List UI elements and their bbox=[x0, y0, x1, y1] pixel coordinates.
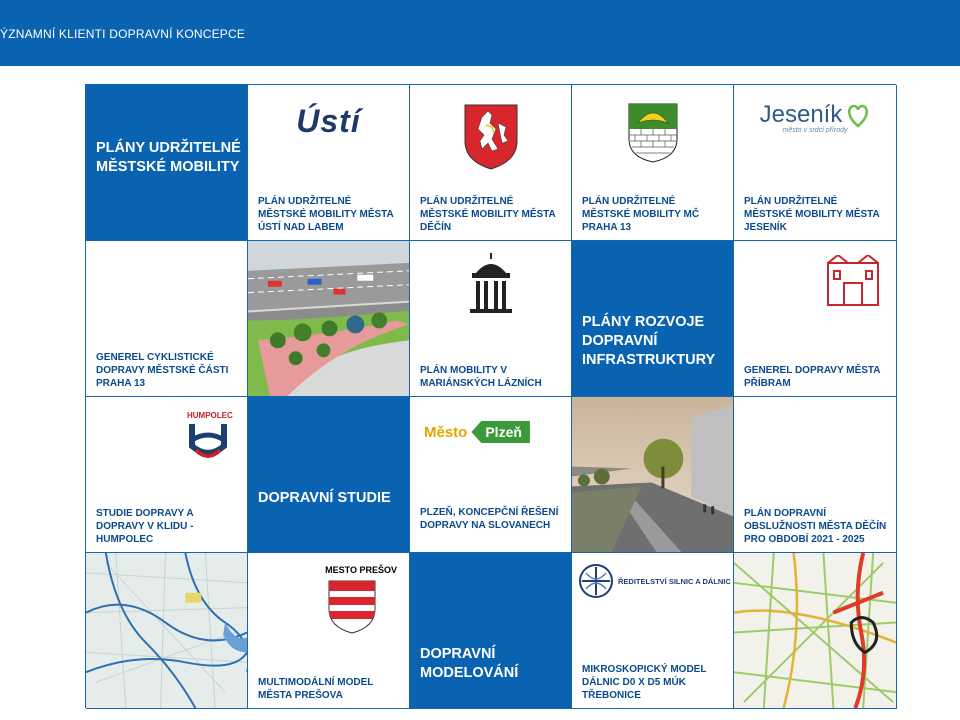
client-tile-presov[interactable]: MESTO PREŠOV MULTIMODÁLNÍ MODEL MĚSTA PR… bbox=[248, 553, 410, 709]
client-caption: GENEREL CYKLISTICKÉ DOPRAVY MĚSTSKÉ ČÁST… bbox=[96, 352, 229, 389]
street-rendering-image bbox=[572, 397, 734, 553]
client-caption: PLÁN UDRŽITELNÉ MĚSTSKÉ MOBILITY MĚSTA Ú… bbox=[258, 196, 394, 233]
client-tile-humpolec[interactable]: HUMPOLEC STUDIE DOPRAVY A DOPRAVY V KLID… bbox=[86, 397, 248, 553]
traffic-map-image bbox=[734, 553, 897, 709]
city-map-icon bbox=[86, 553, 247, 708]
client-tile-usti[interactable]: Ústí PLÁN UDRŽITELNÉ MĚSTSKÉ MOBILITY MĚ… bbox=[248, 85, 410, 241]
category-tile-infrastruktura[interactable]: PLÁNY ROZVOJE DOPRAVNÍ INFRASTRUKTURY bbox=[572, 241, 734, 397]
client-tile-jesenik[interactable]: Jeseník město v srdci přírody PLÁN UDRŽI… bbox=[734, 85, 897, 241]
praha13-coat-of-arms-icon bbox=[628, 103, 678, 163]
client-caption: GENEREL DOPRAVY MĚSTA PŘÍBRAM bbox=[744, 365, 881, 389]
client-caption: PLÁN DOPRAVNÍ OBSLUŽNOSTI MĚSTA DĚČÍN PR… bbox=[744, 508, 887, 545]
client-tile-marianske-lazne[interactable]: PLÁN MOBILITY V MARIÁNSKÝCH LÁZNÍCH bbox=[410, 241, 572, 397]
client-caption: PLÁN UDRŽITELNÉ MĚSTSKÉ MOBILITY MĚSTA J… bbox=[744, 196, 880, 233]
client-caption: PLÁN MOBILITY V MARIÁNSKÝCH LÁZNÍCH bbox=[420, 365, 542, 389]
category-tile-studie[interactable]: DOPRAVNÍ STUDIE bbox=[248, 397, 410, 553]
humpolec-logo: HUMPOLEC bbox=[187, 411, 233, 467]
decin-coat-of-arms-icon bbox=[464, 104, 518, 170]
street-visualization-icon bbox=[248, 241, 409, 396]
colonnade-icon bbox=[470, 253, 512, 313]
category-tile-sump[interactable]: PLÁNY UDRŽITELNÉ MĚSTSKÉ MOBILITY bbox=[86, 85, 248, 241]
client-caption: MIKROSKOPICKÝ MODEL DÁLNIC D0 X D5 MÚK T… bbox=[582, 664, 707, 701]
humpolec-logo-icon bbox=[189, 424, 227, 458]
category-title: PLÁNY ROZVOJE DOPRAVNÍ INFRASTRUKTURY bbox=[582, 314, 716, 368]
street-visualization-image bbox=[248, 241, 410, 397]
jesenik-logo: Jeseník město v srdci přírody bbox=[734, 101, 896, 134]
category-title: DOPRAVNÍ STUDIE bbox=[258, 490, 391, 506]
client-grid: PLÁNY UDRŽITELNÉ MĚSTSKÉ MOBILITY Ústí P… bbox=[85, 84, 897, 709]
client-tile-praha13[interactable]: PLÁN UDRŽITELNÉ MĚSTSKÉ MOBILITY MČ PRAH… bbox=[572, 85, 734, 241]
category-title: PLÁNY UDRŽITELNÉ MĚSTSKÉ MOBILITY bbox=[96, 140, 241, 175]
traffic-map-icon bbox=[734, 553, 896, 708]
category-title: DOPRAVNÍ MODELOVÁNÍ bbox=[420, 646, 519, 681]
client-tile-rsd[interactable]: ŘEDITELSTVÍ SILNIC A DÁLNIC ČR MIKROSKOP… bbox=[572, 553, 734, 709]
client-caption: PLÁN UDRŽITELNÉ MĚSTSKÉ MOBILITY MČ PRAH… bbox=[582, 196, 700, 233]
street-rendering-icon bbox=[572, 397, 733, 552]
client-caption: STUDIE DOPRAVY A DOPRAVY V KLIDU - HUMPO… bbox=[96, 508, 194, 545]
client-tile-decin[interactable]: PLÁN UDRŽITELNÉ MĚSTSKÉ MOBILITY MĚSTA D… bbox=[410, 85, 572, 241]
client-tile-pribram[interactable]: GENEREL DOPRAVY MĚSTA PŘÍBRAM bbox=[734, 241, 897, 397]
page-title: ÝZNAMNÍ KLIENTI DOPRAVNÍ KONCEPCE bbox=[0, 27, 246, 41]
client-tile-praha13-cyklo[interactable]: GENEREL CYKLISTICKÉ DOPRAVY MĚSTSKÉ ČÁST… bbox=[86, 241, 248, 397]
pribram-logo-icon bbox=[827, 255, 879, 306]
heart-icon bbox=[848, 104, 869, 128]
client-caption: MULTIMODÁLNÍ MODEL MĚSTA PREŠOVA bbox=[258, 677, 374, 701]
client-caption: PLZEŇ, KONCEPČNÍ ŘEŠENÍ DOPRAVY NA SLOVA… bbox=[420, 507, 559, 531]
rsd-logo-icon bbox=[579, 564, 613, 598]
city-map-image bbox=[86, 553, 248, 709]
client-tile-decin-obsluznost[interactable]: PLÁN DOPRAVNÍ OBSLUŽNOSTI MĚSTA DĚČÍN PR… bbox=[734, 397, 897, 553]
presov-logo: MESTO PREŠOV bbox=[248, 565, 409, 640]
plzen-logo: Město Plzeň bbox=[424, 419, 530, 445]
category-tile-modelovani[interactable]: DOPRAVNÍ MODELOVÁNÍ bbox=[410, 553, 572, 709]
rsd-logo: ŘEDITELSTVÍ SILNIC A DÁLNIC ČR bbox=[578, 563, 733, 599]
presov-coat-of-arms-icon bbox=[328, 580, 375, 634]
client-caption: PLÁN UDRŽITELNÉ MĚSTSKÉ MOBILITY MĚSTA D… bbox=[420, 196, 556, 233]
header-bar: ÝZNAMNÍ KLIENTI DOPRAVNÍ KONCEPCE bbox=[0, 0, 960, 66]
usti-logo: Ústí bbox=[296, 103, 361, 139]
client-tile-plzen[interactable]: Město Plzeň PLZEŇ, KONCEPČNÍ ŘEŠENÍ DOPR… bbox=[410, 397, 572, 553]
